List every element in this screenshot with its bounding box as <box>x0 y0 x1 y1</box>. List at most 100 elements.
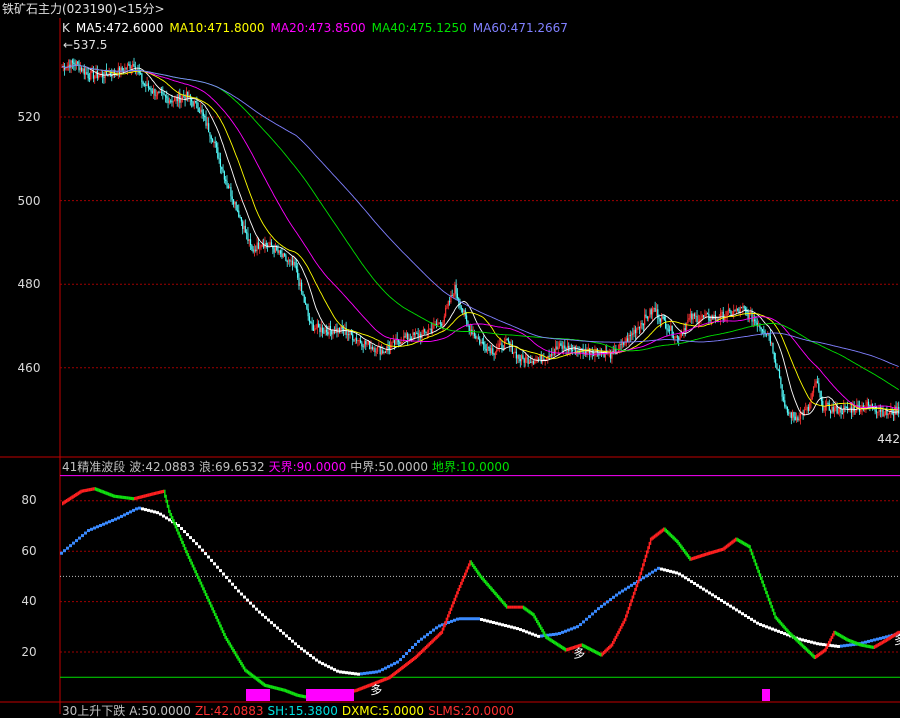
slow-line-segment <box>237 589 240 593</box>
candle-body <box>881 409 883 412</box>
candle-body <box>374 348 376 353</box>
slow-line-segment <box>483 618 486 622</box>
slow-line-segment <box>258 610 261 614</box>
wave-line-segment <box>357 687 360 692</box>
candle-body <box>154 89 156 96</box>
candle-body <box>170 100 172 102</box>
wave-line-segment <box>395 670 398 675</box>
wave-line-segment <box>445 617 448 624</box>
slow-line-segment <box>252 604 255 608</box>
wave-line-segment <box>428 642 431 647</box>
candle-body <box>308 316 311 322</box>
wave-line-segment <box>546 635 548 640</box>
candle-body <box>73 62 75 64</box>
wave-line-segment <box>822 649 825 654</box>
wave-line-segment <box>414 656 416 661</box>
slow-line-segment <box>627 585 630 589</box>
wave-line-segment <box>198 575 200 582</box>
candle-body <box>214 141 216 144</box>
candle-body <box>709 320 711 322</box>
wave-line-segment <box>507 605 509 609</box>
candle-body <box>390 344 392 350</box>
candle-body <box>857 404 859 406</box>
wave-line-segment <box>81 489 84 493</box>
candle-body <box>442 321 444 326</box>
wave-line-segment <box>801 643 804 648</box>
wave-line-segment <box>672 535 674 540</box>
candle-body <box>642 324 644 326</box>
slow-line-segment <box>528 631 531 635</box>
candle-body <box>860 409 862 412</box>
wave-line-segment <box>522 605 525 610</box>
wave-line-segment <box>219 621 221 628</box>
wave-line-segment <box>649 537 652 545</box>
slow-line-segment <box>837 644 840 648</box>
wave-line-segment <box>872 645 874 649</box>
candle-body <box>895 406 897 415</box>
wave-line-segment <box>689 555 691 561</box>
wave-line-segment <box>716 549 719 553</box>
slow-line-segment <box>522 629 525 633</box>
slow-line-segment <box>534 633 537 637</box>
wave-line-segment <box>241 662 243 668</box>
slow-line-segment <box>510 625 513 629</box>
candle-body <box>337 327 339 333</box>
candle-body <box>789 412 791 414</box>
wave-line-segment <box>439 632 441 637</box>
candle-body <box>583 348 586 354</box>
candle-body <box>231 196 233 200</box>
candle-body <box>888 411 891 415</box>
candle-body <box>251 245 253 250</box>
candle-body <box>239 216 241 218</box>
slow-line-segment <box>120 514 123 518</box>
slow-line-segment <box>396 660 399 664</box>
wave-line-segment <box>471 562 474 568</box>
wave-line-segment <box>618 628 620 634</box>
candle-body <box>483 342 485 345</box>
wave-line-segment <box>640 567 643 575</box>
candle-body <box>246 232 248 234</box>
slow-line-segment <box>228 579 231 583</box>
wave-line-segment <box>885 638 887 643</box>
wave-line-segment <box>130 496 132 500</box>
wave-line-segment <box>215 613 217 619</box>
wave-line-segment <box>841 634 843 639</box>
candle-body <box>485 348 487 351</box>
wave-line-segment <box>483 578 486 583</box>
wave-line-segment <box>619 625 622 632</box>
candle-body <box>735 308 737 312</box>
slow-line-segment <box>624 587 627 591</box>
candle-body <box>844 406 846 408</box>
wave-line-segment <box>186 550 188 557</box>
wave-line-segment <box>524 606 526 611</box>
candle-body <box>883 414 885 416</box>
wave-line-segment <box>221 627 224 634</box>
candle-body <box>240 217 242 222</box>
wave-line-segment <box>367 684 369 688</box>
wave-line-segment <box>699 554 702 558</box>
wave-line-segment <box>680 543 682 549</box>
slow-line-segment <box>834 644 837 648</box>
candle-body <box>869 405 871 407</box>
candle-body <box>168 100 170 103</box>
candle-body <box>696 315 698 323</box>
candle-body <box>299 282 301 287</box>
candle-body <box>722 311 724 321</box>
candle-body <box>366 343 368 345</box>
chart-canvas[interactable]: 多多多 <box>0 0 900 714</box>
candle-body <box>129 64 131 69</box>
candle-body <box>812 386 815 393</box>
candle-body <box>500 343 502 345</box>
candle-body <box>476 337 478 339</box>
wave-line-segment <box>807 648 809 653</box>
wave-line-segment <box>790 632 792 637</box>
wave-line-segment <box>735 537 737 542</box>
wave-line-segment <box>634 588 636 595</box>
wave-line-segment <box>712 550 715 554</box>
slow-line-segment <box>801 638 804 642</box>
wave-line-segment <box>441 627 444 634</box>
wave-line-segment <box>693 556 695 560</box>
wave-line-segment <box>253 674 255 679</box>
candle-body <box>229 187 231 189</box>
slow-line-segment <box>711 593 714 597</box>
